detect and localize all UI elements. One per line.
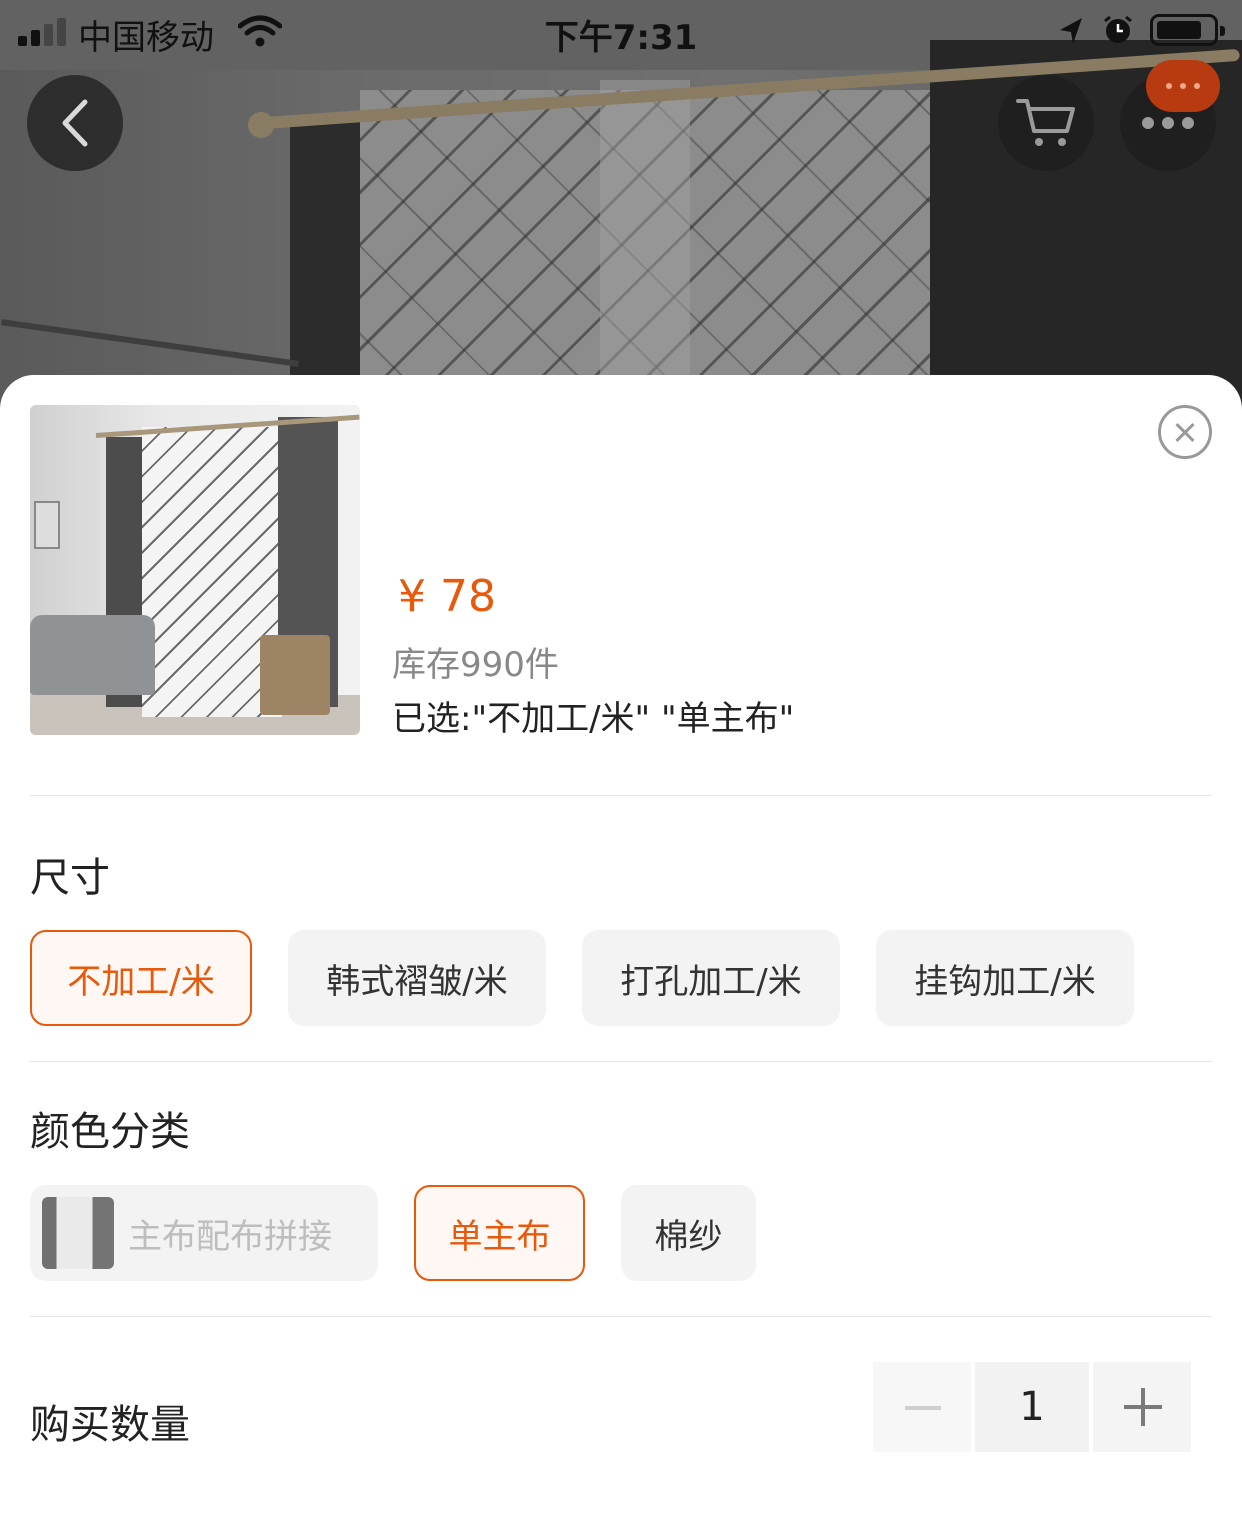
message-badge-icon[interactable] bbox=[1146, 60, 1220, 112]
increment-button[interactable] bbox=[1093, 1362, 1191, 1452]
size-option-korean-pleat[interactable]: 韩式褶皱/米 bbox=[288, 930, 546, 1026]
quantity-stepper: 1 bbox=[873, 1362, 1191, 1452]
quantity-value[interactable]: 1 bbox=[975, 1362, 1089, 1452]
option-thumbnail bbox=[42, 1197, 114, 1269]
location-arrow-icon bbox=[1060, 18, 1082, 44]
color-section-title: 颜色分类 bbox=[30, 1109, 190, 1155]
decrement-button[interactable] bbox=[873, 1362, 971, 1452]
back-button[interactable] bbox=[27, 75, 123, 171]
battery-icon bbox=[1150, 14, 1225, 46]
price: ¥ 78 bbox=[398, 571, 496, 622]
sku-selection-sheet: ¥ 78 库存990件 已选:"不加工/米" "单主布" 尺寸 不加工/米 韩式… bbox=[0, 375, 1242, 1520]
color-option-cotton-yarn[interactable]: 棉纱 bbox=[621, 1185, 756, 1281]
color-option-label: 主布配布拼接 bbox=[128, 1216, 332, 1257]
minus-icon bbox=[905, 1406, 941, 1410]
alarm-icon bbox=[1104, 15, 1132, 43]
chevron-left-icon bbox=[62, 99, 88, 147]
clock: 下午7:31 bbox=[544, 18, 698, 58]
selected-summary: 已选:"不加工/米" "单主布" bbox=[392, 699, 795, 739]
divider bbox=[30, 1061, 1212, 1062]
status-bar: 中国移动 下午7:31 bbox=[0, 0, 1242, 62]
color-option-single-main[interactable]: 单主布 bbox=[414, 1185, 585, 1281]
cart-button[interactable] bbox=[998, 75, 1094, 171]
cart-icon bbox=[1016, 99, 1075, 146]
ellipsis-icon bbox=[1142, 117, 1194, 129]
size-option-plain[interactable]: 不加工/米 bbox=[30, 930, 252, 1026]
size-section-title: 尺寸 bbox=[30, 855, 110, 901]
divider bbox=[30, 1316, 1212, 1317]
product-thumbnail[interactable] bbox=[30, 405, 360, 735]
close-icon[interactable] bbox=[1158, 405, 1212, 459]
divider bbox=[30, 795, 1212, 796]
quantity-label: 购买数量 bbox=[30, 1402, 190, 1448]
color-option-spliced: 主布配布拼接 bbox=[30, 1185, 378, 1281]
size-option-hook[interactable]: 挂钩加工/米 bbox=[876, 930, 1134, 1026]
background-product-photo bbox=[0, 0, 1242, 420]
size-option-punched[interactable]: 打孔加工/米 bbox=[582, 930, 840, 1026]
stock-count: 库存990件 bbox=[392, 645, 559, 685]
